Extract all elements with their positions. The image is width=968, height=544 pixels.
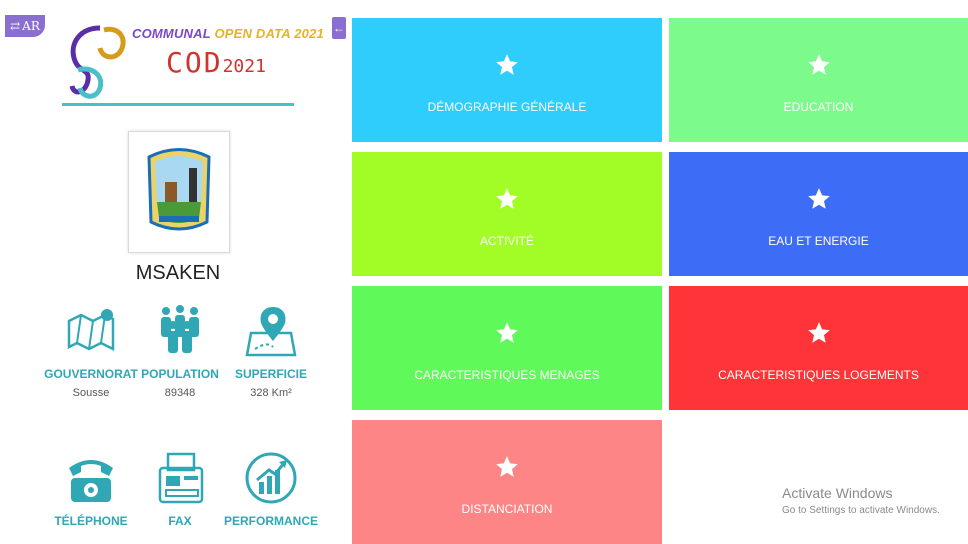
logo-subtitle: COD2021 bbox=[166, 46, 266, 79]
people-icon bbox=[161, 305, 199, 353]
watermark-title: Activate Windows bbox=[782, 485, 893, 501]
tile-education[interactable]: EDUCATION bbox=[669, 18, 968, 142]
location-pin-icon bbox=[245, 307, 297, 357]
tile-label: DÉMOGRAPHIE GÉNÉRALE bbox=[427, 100, 587, 114]
performance-icon bbox=[245, 452, 297, 504]
tile-label: EDUCATION bbox=[783, 100, 854, 114]
star-icon bbox=[496, 188, 518, 209]
tile-logements[interactable]: CARACTERISTIQUES LOGEMENTS bbox=[669, 286, 968, 410]
sidebar: ⇄ AR COMMUNAL OPEN DATA 2021 COD2021 MSA… bbox=[0, 0, 338, 544]
tile-label: CARACTERISTIQUES LOGEMENTS bbox=[718, 368, 919, 382]
city-name: MSAKEN bbox=[135, 262, 221, 284]
star-icon bbox=[496, 456, 518, 477]
tile-label: CARACTERISTIQUES MENAGES bbox=[414, 368, 600, 382]
star-icon bbox=[807, 188, 830, 209]
map-icon bbox=[67, 309, 115, 352]
tile-menages[interactable]: CARACTERISTIQUES MENAGES bbox=[352, 286, 662, 410]
star-icon bbox=[496, 322, 518, 343]
stat-label: PERFORMANCE bbox=[223, 514, 318, 528]
tile-label: DISTANCIATION bbox=[461, 502, 553, 516]
tile-label: EAU ET ENERGIE bbox=[768, 234, 869, 248]
watermark-subtitle: Go to Settings to activate Windows. bbox=[782, 505, 940, 516]
star-icon bbox=[807, 54, 830, 75]
stat-superficie: SUPERFICIE 328 Km² bbox=[216, 303, 326, 399]
activate-windows-watermark: Activate Windows Go to Settings to activ… bbox=[782, 485, 940, 516]
stat-performance: PERFORMANCE bbox=[216, 450, 326, 528]
tile-demographie[interactable]: DÉMOGRAPHIE GÉNÉRALE bbox=[352, 18, 662, 142]
language-label: AR bbox=[22, 19, 40, 33]
tile-label: ACTIVITÉ bbox=[479, 234, 534, 248]
collapse-sidebar-button[interactable]: ← bbox=[332, 17, 346, 39]
city-crest bbox=[128, 131, 230, 253]
star-icon bbox=[496, 54, 518, 75]
tile-distanciation[interactable]: DISTANCIATION bbox=[352, 420, 662, 544]
language-button[interactable]: ⇄ AR bbox=[5, 15, 45, 37]
fax-icon bbox=[158, 452, 204, 504]
stat-value: 328 Km² bbox=[250, 387, 292, 399]
translate-icon: ⇄ bbox=[10, 19, 21, 33]
telephone-icon bbox=[69, 460, 113, 502]
stat-label: SUPERFICIE bbox=[234, 367, 307, 381]
tile-eau-energie[interactable]: EAU ET ENERGIE bbox=[669, 152, 968, 276]
arrow-left-icon: ← bbox=[333, 21, 345, 35]
star-icon bbox=[807, 322, 830, 343]
logo-title: COMMUNAL OPEN DATA 2021 bbox=[132, 26, 324, 41]
coat-of-arms-icon bbox=[147, 148, 211, 231]
logo-underline bbox=[62, 103, 294, 106]
tile-activite[interactable]: ACTIVITÉ bbox=[352, 152, 662, 276]
